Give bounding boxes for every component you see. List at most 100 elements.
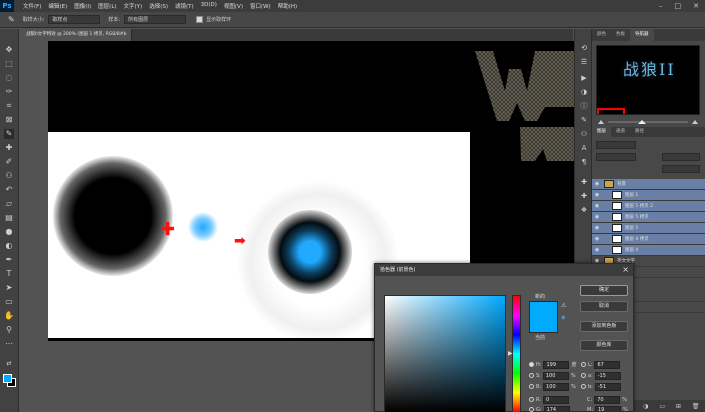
actions-panel-icon[interactable]: ▶: [579, 73, 589, 83]
menu-file[interactable]: 文件(F): [23, 2, 41, 10]
tab-color[interactable]: 颜色: [592, 29, 611, 41]
close-icon[interactable]: ×: [622, 265, 629, 274]
visibility-eye-icon[interactable]: ◉: [592, 225, 602, 231]
menu-image[interactable]: 图像(I): [74, 2, 91, 10]
tab-navigator[interactable]: 导航器: [630, 29, 654, 41]
layer-row[interactable]: ◉ 图层 4: [592, 245, 705, 256]
layer-filter-dropdown[interactable]: [596, 141, 636, 149]
swap-colors-icon[interactable]: ⇄: [4, 359, 14, 369]
radio-lab-b[interactable]: [581, 384, 586, 389]
properties-panel-icon[interactable]: ☰: [579, 57, 589, 67]
input-c[interactable]: 70: [594, 395, 621, 404]
lasso-tool-icon[interactable]: ◌: [4, 73, 14, 83]
hue-marker-icon[interactable]: ▶: [508, 350, 513, 357]
visibility-eye-icon[interactable]: ◉: [592, 236, 602, 242]
more-tools-icon[interactable]: ⋯: [4, 339, 14, 349]
tab-swatches[interactable]: 色板: [611, 29, 630, 41]
layer-row[interactable]: ◉ 背景: [592, 179, 705, 190]
brush-tool-icon[interactable]: ✐: [4, 157, 14, 167]
layer-row[interactable]: ◉ 图层 5: [592, 223, 705, 234]
glyph-panel-icon[interactable]: ✚: [579, 191, 589, 201]
input-a[interactable]: -15: [594, 371, 621, 380]
input-lab-b[interactable]: -51: [594, 382, 621, 391]
stamp-tool-icon[interactable]: ⚇: [4, 171, 14, 181]
eyedropper-tool-icon[interactable]: ✎: [4, 129, 14, 139]
input-m[interactable]: 19: [595, 405, 621, 412]
menu-edit[interactable]: 编辑(E): [48, 2, 67, 10]
radio-l[interactable]: [581, 362, 586, 367]
blur-tool-icon[interactable]: ●: [4, 227, 14, 237]
saturation-brightness-field[interactable]: [384, 295, 506, 412]
radio-r[interactable]: [529, 397, 534, 402]
sample-size-dropdown[interactable]: 取样点: [48, 15, 101, 24]
new-group-icon[interactable]: ▭: [659, 403, 665, 410]
document-tab[interactable]: 战狼II文字特效 @ 200% (图层 1 拷贝, RGB/8#) ×: [20, 29, 132, 41]
eyedropper-icon[interactable]: ✎: [8, 15, 15, 24]
styles-panel-icon[interactable]: ✚: [579, 177, 589, 187]
healing-tool-icon[interactable]: ✚: [4, 143, 14, 153]
adjustment-icon[interactable]: ◑: [643, 403, 648, 410]
menu-type[interactable]: 文字(Y): [124, 2, 143, 10]
type-tool-icon[interactable]: T: [4, 269, 14, 279]
layer-row[interactable]: ◉ 图层 1: [592, 190, 705, 201]
history-brush-tool-icon[interactable]: ↶: [4, 185, 14, 195]
input-g[interactable]: 174: [543, 405, 570, 412]
radio-s[interactable]: [529, 373, 534, 378]
input-s[interactable]: 100: [542, 371, 569, 380]
move-tool-icon[interactable]: ✥: [4, 45, 14, 55]
tab-layers[interactable]: 图层: [592, 127, 611, 137]
navigator-view-box[interactable]: [597, 108, 625, 114]
tab-paths[interactable]: 路径: [630, 127, 649, 137]
hue-slider[interactable]: [512, 295, 521, 412]
char-panel-icon[interactable]: A: [579, 143, 589, 153]
cancel-button[interactable]: 取消: [580, 301, 628, 312]
brush-panel-icon[interactable]: ✎: [579, 115, 589, 125]
visibility-eye-icon[interactable]: ◉: [592, 247, 602, 253]
add-to-swatches-button[interactable]: 添加到色板: [580, 321, 628, 332]
zoom-tool-icon[interactable]: ⚲: [4, 325, 14, 335]
gamut-warning-icon[interactable]: ⚠: [561, 302, 566, 309]
maximize-button[interactable]: □: [675, 2, 682, 10]
input-h[interactable]: 199: [543, 360, 570, 369]
frame-tool-icon[interactable]: ⊠: [4, 115, 14, 125]
navigator-thumbnail[interactable]: 战狼II: [596, 45, 700, 115]
menu-select[interactable]: 选择(S): [149, 2, 168, 10]
minimize-button[interactable]: –: [659, 2, 663, 10]
foreground-color-swatch[interactable]: [3, 374, 12, 383]
marquee-tool-icon[interactable]: ⬚: [4, 59, 14, 69]
menu-layer[interactable]: 图层(L): [98, 2, 116, 10]
layer-row[interactable]: ◉ 图层 4 拷贝: [592, 234, 705, 245]
quick-select-tool-icon[interactable]: ✑: [4, 87, 14, 97]
menu-filter[interactable]: 滤镜(T): [175, 2, 194, 10]
input-l[interactable]: 67: [594, 360, 621, 369]
layer-row[interactable]: ◉ 图层 5 拷贝: [592, 212, 705, 223]
navigator-zoom-slider[interactable]: [596, 119, 700, 125]
eraser-tool-icon[interactable]: ▱: [4, 199, 14, 209]
info-panel-icon[interactable]: ⓘ: [579, 101, 589, 111]
radio-h[interactable]: [529, 362, 534, 367]
visibility-eye-icon[interactable]: ◉: [592, 192, 602, 198]
dodge-tool-icon[interactable]: ◐: [4, 241, 14, 251]
gradient-tool-icon[interactable]: ▤: [4, 213, 14, 223]
menu-3d[interactable]: 3D(D): [201, 2, 217, 10]
visibility-eye-icon[interactable]: ◉: [592, 214, 602, 220]
libraries-panel-icon[interactable]: ❖: [579, 205, 589, 215]
radio-b[interactable]: [529, 384, 534, 389]
input-r[interactable]: 0: [543, 395, 570, 404]
clone-panel-icon[interactable]: ⚇: [579, 129, 589, 139]
sample-dropdown[interactable]: 所有图层: [124, 15, 187, 24]
radio-a[interactable]: [581, 373, 586, 378]
show-ring-checkbox[interactable]: [196, 16, 204, 23]
web-safe-cube-icon[interactable]: ◈: [561, 314, 566, 321]
opacity-field[interactable]: [662, 153, 700, 161]
input-b[interactable]: 100: [543, 382, 570, 391]
trash-icon[interactable]: 🗑: [692, 403, 700, 410]
pen-tool-icon[interactable]: ✒: [4, 255, 14, 265]
fill-field[interactable]: [662, 165, 700, 173]
menu-help[interactable]: 帮助(H): [278, 2, 297, 10]
menu-view[interactable]: 视图(V): [224, 2, 243, 10]
ok-button[interactable]: 确定: [580, 285, 628, 296]
visibility-eye-icon[interactable]: ◉: [592, 203, 602, 209]
history-panel-icon[interactable]: ⟲: [579, 43, 589, 53]
menu-window[interactable]: 窗口(W): [250, 2, 271, 10]
